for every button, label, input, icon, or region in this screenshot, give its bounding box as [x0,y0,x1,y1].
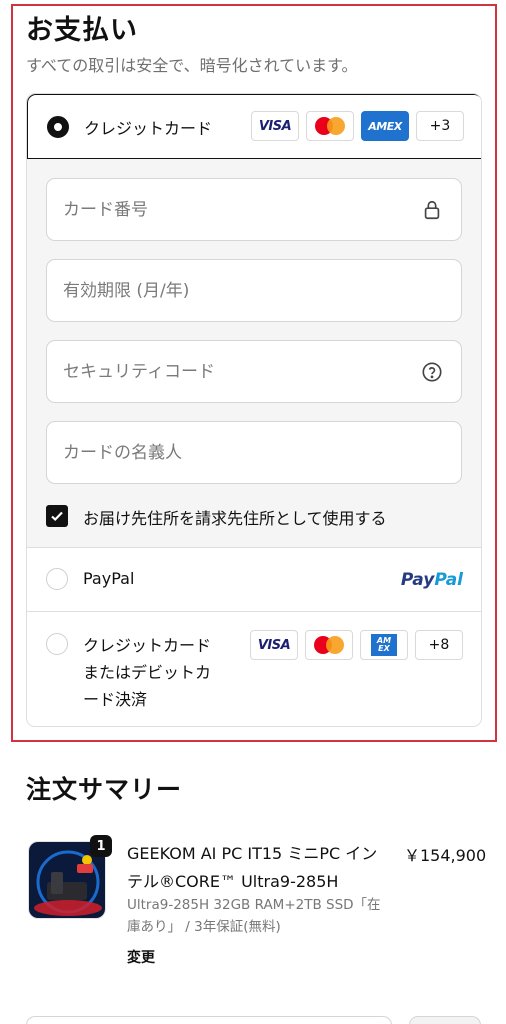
discount-code-input[interactable] [26,1016,392,1024]
paypal-logo: PayPal [400,570,463,590]
radio-debit-card[interactable] [46,633,68,655]
product-name: GEEKOM AI PC IT15 ミニPC インテル®CORE™ Ultra9… [127,844,378,891]
cardholder-name-field[interactable] [46,421,462,484]
payment-option-paypal[interactable]: PayPal PayPal [27,548,481,611]
paypal-label: PayPal [83,569,135,588]
credit-card-label: クレジットカード [84,119,213,138]
payment-option-credit-card[interactable]: クレジットカード VISA AMEX +3 [27,94,481,159]
debit-card-label: クレジットカード またはデビットカ ード決済 [83,636,212,709]
same-address-label[interactable]: お届け先住所を請求先住所として使用する [83,505,387,529]
mastercard-icon [306,111,354,141]
mastercard-icon [305,630,353,660]
amex-icon: AMEX [361,111,409,141]
radio-credit-card[interactable] [47,116,69,138]
cardholder-name-input[interactable] [47,422,461,483]
amex-icon: AMEX [360,630,408,660]
help-icon[interactable] [421,361,443,383]
quantity-badge: 1 [90,835,112,857]
more-brands-badge: +3 [416,111,464,141]
order-summary-title: 注文サマリー [26,775,183,804]
product-price: ￥154,900 [404,846,487,865]
payment-option-debit-card[interactable]: クレジットカード またはデビットカ ード決済 VISA AM EX +8 [27,612,481,726]
expiry-input[interactable] [47,260,461,321]
payment-title: お支払い [26,15,138,46]
change-link[interactable]: 変更 [127,947,155,967]
product-variant: Ultra9-285H 32GB RAM+2TB SSD「在庫あり」 / 3年保… [127,897,381,935]
visa-icon: VISA [251,111,299,141]
security-code-field[interactable] [46,340,462,403]
apply-button[interactable] [409,1016,481,1024]
radio-paypal[interactable] [46,568,68,590]
lock-icon [424,200,440,220]
payment-subtitle: すべての取引は安全で、暗号化されています。 [26,56,358,75]
more-brands-badge: +8 [415,630,463,660]
card-number-field[interactable] [46,178,462,241]
card-number-input[interactable] [47,179,461,240]
same-address-checkbox[interactable] [46,505,68,527]
payment-methods: クレジットカード VISA AMEX +3 お届け先住所を請求先住所として使用す… [26,93,482,727]
security-code-input[interactable] [47,341,461,402]
expiry-field[interactable] [46,259,462,322]
check-icon [51,511,63,522]
visa-icon: VISA [250,630,298,660]
